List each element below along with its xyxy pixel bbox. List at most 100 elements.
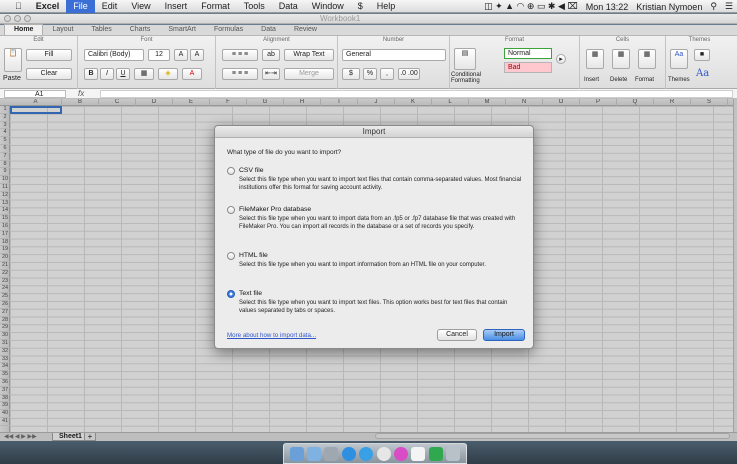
fill-button[interactable]: Fill [26,49,72,61]
tab-smartart[interactable]: SmartArt [159,25,205,35]
menu-file[interactable]: File [66,0,95,13]
radio-filemaker[interactable] [227,206,235,214]
styles-more-icon[interactable]: ▸ [556,54,566,64]
dock-app-icon-6[interactable] [376,446,391,461]
script-menu-icon[interactable]: $ [351,0,370,13]
tab-layout[interactable]: Layout [43,25,82,35]
menu-window[interactable]: Window [305,0,351,13]
dock-app-icon-7[interactable] [394,446,409,461]
theme-fonts-button[interactable]: Aa [696,68,709,79]
menu-edit[interactable]: Edit [95,0,125,13]
decimal-buttons[interactable]: .0 .00 [398,68,420,80]
option-text-desc: Select this file type when you want to i… [239,300,508,314]
import-button[interactable]: Import [483,329,525,341]
tab-formulas[interactable]: Formulas [205,25,252,35]
dock-trash-icon[interactable] [446,446,461,461]
fx-icon[interactable]: fx [78,89,84,99]
shrink-font-button[interactable]: A [190,49,204,61]
dock-app-icon-1[interactable] [289,446,304,461]
import-dialog: Import What type of file do you want to … [214,125,534,349]
option-html-label[interactable]: HTML file [239,251,268,261]
wrap-text-button[interactable]: Wrap Text [284,49,334,61]
dock-excel-icon[interactable] [428,446,443,461]
dock-app-icon-2[interactable] [307,446,322,461]
insert-cells-label[interactable]: Insert [584,77,599,83]
clear-button[interactable]: Clear [26,68,72,80]
themes-icon[interactable]: Aa [670,49,688,69]
themes-label[interactable]: Themes [668,77,690,83]
zoom-window-icon[interactable] [24,15,31,22]
insert-cells-icon[interactable]: ▦ [586,49,604,69]
dock-skype-icon[interactable] [341,446,356,461]
option-html[interactable]: HTML file Select this file type when you… [227,251,527,281]
horizontal-align-buttons[interactable]: ≡ ≡ ≡ [222,68,258,80]
menu-help[interactable]: Help [370,0,403,13]
menu-data[interactable]: Data [272,0,305,13]
number-format-select[interactable]: General [342,49,446,61]
option-html-desc: Select this file type when you want to i… [239,262,486,268]
tab-data[interactable]: Data [252,25,285,35]
more-about-import-link[interactable]: More about how to import data... [227,332,316,339]
dock-app-icon-3[interactable] [324,446,339,461]
font-color-button[interactable]: A [182,68,202,80]
conditional-formatting-icon[interactable]: ▤ [454,48,476,70]
formula-input[interactable] [100,90,733,98]
paste-icon[interactable]: 📋 [4,48,22,72]
notification-icon[interactable]: ☰ [725,1,733,12]
option-csv-label[interactable]: CSV file [239,166,264,176]
radio-html[interactable] [227,252,235,260]
tab-charts[interactable]: Charts [121,25,160,35]
bold-button[interactable]: B [84,68,98,80]
option-csv[interactable]: CSV file Select this file type when you … [227,166,527,196]
italic-button[interactable]: I [100,68,114,80]
borders-button[interactable]: ▦ [134,68,154,80]
format-cells-icon[interactable]: ▦ [638,49,656,69]
menu-tools[interactable]: Tools [237,0,272,13]
dock-app-icon-8[interactable] [411,446,426,461]
delete-cells-label[interactable]: Delete [610,77,627,83]
paste-label[interactable]: Paste [3,75,21,82]
format-cells-label[interactable]: Format [635,77,654,83]
merge-button[interactable]: Merge [284,68,334,80]
option-filemaker[interactable]: FileMaker Pro database Select this file … [227,205,527,243]
dialog-question: What type of file do you want to import? [227,149,342,156]
option-text-label[interactable]: Text file [239,289,262,299]
option-text[interactable]: Text file Select this file type when you… [227,289,527,319]
tab-tables[interactable]: Tables [82,25,120,35]
name-box[interactable]: A1 [4,90,66,98]
vertical-align-buttons[interactable]: ≡ ≡ ≡ [222,49,258,61]
indent-buttons[interactable]: ⇤⇥ [262,68,280,80]
tab-home[interactable]: Home [4,24,44,35]
menu-view[interactable]: View [124,0,157,13]
app-menu-excel[interactable]: Excel [29,0,67,13]
menu-format[interactable]: Format [194,0,237,13]
currency-button[interactable]: $ [342,68,360,80]
percent-button[interactable]: % [363,68,377,80]
cancel-button[interactable]: Cancel [437,329,477,341]
minimize-window-icon[interactable] [14,15,21,22]
radio-text[interactable] [227,290,235,298]
apple-menu[interactable]:  [8,0,29,13]
theme-colors-button[interactable]: ■ [694,49,710,61]
menubar-clock[interactable]: Mon 13:22 [586,2,629,12]
style-bad[interactable]: Bad [504,62,552,73]
font-name-select[interactable]: Calibri (Body) [84,49,144,61]
style-normal[interactable]: Normal [504,48,552,59]
conditional-formatting-label[interactable]: Conditional Formatting [451,72,499,84]
fill-color-button[interactable]: ◈ [158,68,178,80]
underline-button[interactable]: U [116,68,130,80]
option-filemaker-label[interactable]: FileMaker Pro database [239,205,311,215]
tab-review[interactable]: Review [285,25,326,35]
radio-csv[interactable] [227,167,235,175]
delete-cells-icon[interactable]: ▦ [612,49,630,69]
comma-button[interactable]: , [380,68,394,80]
font-size-select[interactable]: 12 [148,49,170,61]
dock-app-icon-5[interactable] [359,446,374,461]
grow-font-button[interactable]: A [174,49,188,61]
spotlight-icon[interactable]: ⚲ [710,1,717,12]
menu-insert[interactable]: Insert [158,0,195,13]
menubar-user[interactable]: Kristian Nymoen [636,2,702,12]
orientation-button[interactable]: ab [262,49,280,61]
status-icons[interactable]: ◫ ✦ ▲ ◠ ⊕ ▭ ✱ ◀ ⌧ [484,1,578,12]
close-window-icon[interactable] [4,15,11,22]
